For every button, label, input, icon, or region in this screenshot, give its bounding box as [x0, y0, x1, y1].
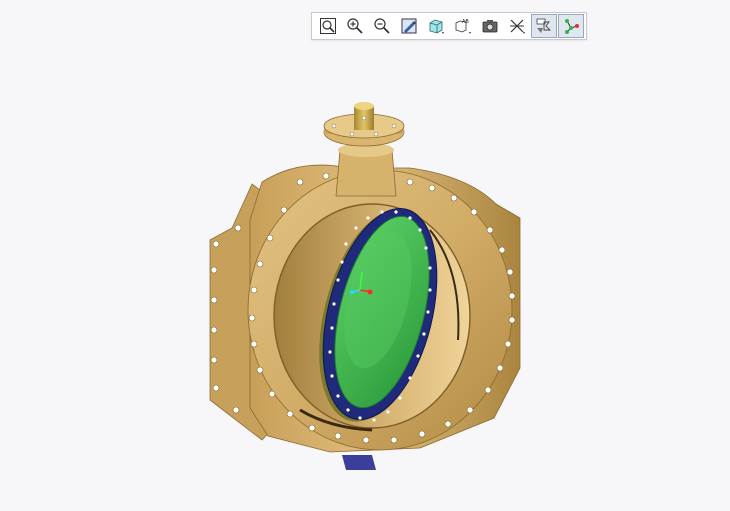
graphics-toolbar: AB: [311, 12, 587, 40]
zoom-in-icon: [346, 18, 363, 34]
datum-display-button[interactable]: [530, 14, 557, 38]
saved-views-icon: AB: [455, 19, 471, 34]
network-display-button[interactable]: [557, 14, 584, 38]
model-viewport[interactable]: AB: [0, 0, 730, 511]
butterfly-valve-model[interactable]: [0, 0, 730, 511]
bottom-bracket: [342, 455, 376, 470]
repaint-icon: [401, 18, 416, 34]
network-display-icon: [564, 19, 579, 34]
annotation-display-button[interactable]: [504, 14, 530, 38]
zoom-in-button[interactable]: [342, 14, 368, 38]
zoom-out-button[interactable]: [369, 14, 395, 38]
zoom-fit-button[interactable]: [315, 14, 341, 38]
zoom-out-icon: [373, 18, 390, 34]
display-style-button[interactable]: [423, 14, 449, 38]
annotation-display-icon: [509, 19, 525, 34]
saved-views-button[interactable]: AB: [450, 14, 476, 38]
zoom-fit-icon: [319, 18, 336, 34]
snapshot-icon: [482, 20, 497, 33]
datum-display-icon: [536, 18, 551, 33]
repaint-button[interactable]: [396, 14, 422, 38]
snapshot-button[interactable]: [477, 14, 503, 38]
display-style-icon: [429, 19, 444, 34]
saved-views-glyph: AB: [462, 19, 469, 25]
